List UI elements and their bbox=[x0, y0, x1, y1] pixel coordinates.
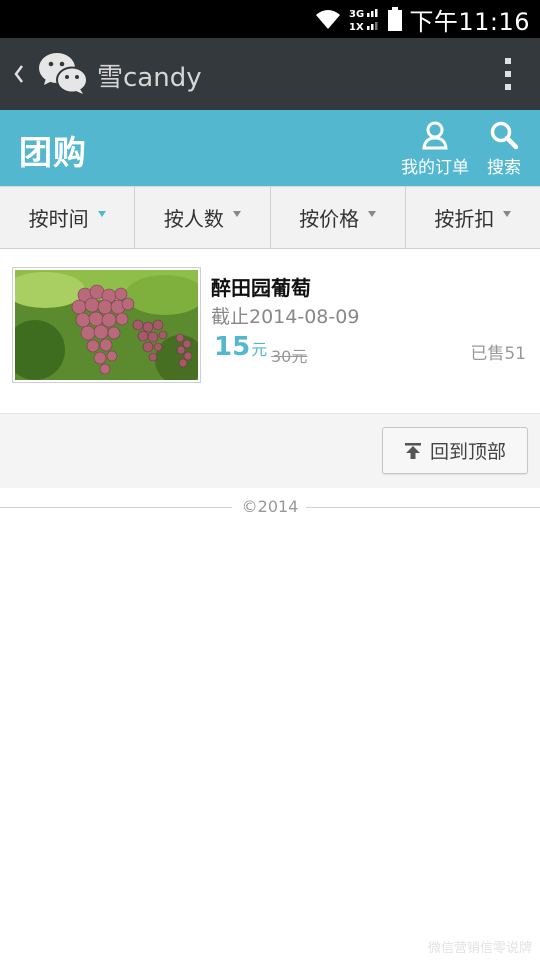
search-button[interactable]: 搜索 bbox=[482, 120, 526, 180]
back-to-top-button[interactable]: 回到顶部 bbox=[382, 427, 528, 474]
arrow-up-icon bbox=[404, 442, 421, 459]
sort-tab-label: 按时间 bbox=[28, 207, 89, 231]
caret-down-icon bbox=[368, 210, 377, 217]
sold-count: 已售51 bbox=[470, 344, 526, 364]
page-title: 团购 bbox=[19, 133, 87, 172]
sort-tab-people[interactable]: 按人数 bbox=[135, 187, 271, 248]
chevron-left-icon[interactable] bbox=[8, 58, 30, 90]
original-price: 30元 bbox=[271, 347, 308, 366]
search-label: 搜索 bbox=[487, 158, 521, 178]
price-value: 15 bbox=[214, 332, 251, 362]
network-type-top: 3G bbox=[349, 9, 364, 20]
status-bar: 3G 1X 下午11:16 bbox=[0, 0, 540, 38]
user-icon bbox=[422, 121, 448, 150]
product-list-item[interactable]: 醉田园葡萄 截止2014-08-09 15元 30元 已售51 bbox=[0, 250, 540, 414]
sort-tab-label: 按价格 bbox=[299, 207, 360, 231]
more-vertical-icon[interactable] bbox=[502, 56, 514, 92]
grapes-image bbox=[15, 270, 198, 380]
network-type-bottom: 1X bbox=[349, 22, 364, 32]
my-orders-label: 我的订单 bbox=[401, 158, 469, 178]
sort-tab-time[interactable]: 按时间 bbox=[0, 187, 136, 248]
sort-tab-discount[interactable]: 按折扣 bbox=[406, 187, 540, 248]
product-price: 15元 bbox=[214, 332, 267, 362]
cellular-signal-icon: 3G 1X bbox=[349, 9, 378, 32]
footer-divider-right bbox=[306, 507, 540, 508]
back-to-top-bar: 回到顶部 bbox=[0, 414, 540, 488]
battery-icon bbox=[388, 7, 403, 31]
sort-tab-price[interactable]: 按价格 bbox=[271, 187, 406, 248]
wechat-logo[interactable] bbox=[38, 52, 88, 96]
footer: ©2014 bbox=[0, 495, 540, 519]
caret-down-icon bbox=[232, 210, 241, 217]
page-header: 团购 我的订单 搜索 bbox=[0, 110, 540, 186]
account-name: 雪candy bbox=[97, 63, 202, 93]
caret-down-icon bbox=[97, 210, 106, 217]
product-deadline: 截止2014-08-09 bbox=[211, 306, 360, 328]
wechat-title-bar: 雪candy bbox=[0, 38, 540, 110]
price-unit: 元 bbox=[251, 340, 268, 359]
product-image[interactable] bbox=[12, 267, 201, 383]
back-to-top-label: 回到顶部 bbox=[429, 441, 506, 463]
product-name[interactable]: 醉田园葡萄 bbox=[211, 272, 311, 301]
wifi-icon bbox=[316, 10, 341, 29]
sort-tab-label: 按人数 bbox=[163, 207, 224, 231]
caret-down-icon bbox=[503, 210, 512, 217]
status-time: 下午11:16 bbox=[409, 7, 530, 36]
watermark: 微信营销信零说牌 bbox=[427, 941, 532, 956]
search-icon bbox=[490, 121, 519, 150]
sort-tab-label: 按折扣 bbox=[434, 207, 495, 231]
my-orders-button[interactable]: 我的订单 bbox=[398, 120, 472, 180]
status-icons: 3G 1X 下午11:16 bbox=[313, 4, 530, 36]
sort-bar: 按时间 按人数 按价格 按折扣 bbox=[0, 186, 540, 249]
